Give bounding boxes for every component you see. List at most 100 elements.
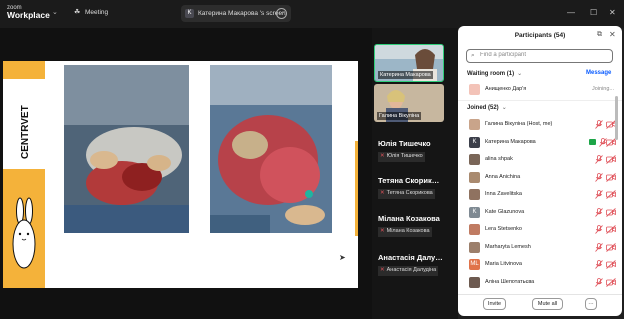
search-icon: ⌕ bbox=[471, 52, 475, 59]
minimize-icon[interactable]: — bbox=[567, 8, 575, 17]
participant-name: Marharyta Lemesh bbox=[485, 243, 531, 250]
chevron-down-icon: ⌄ bbox=[501, 105, 507, 111]
avatar bbox=[469, 241, 480, 253]
video-off-icon[interactable] bbox=[606, 190, 616, 199]
joined-header[interactable]: Joined (52) ⌄ bbox=[467, 104, 507, 111]
avatar bbox=[469, 154, 480, 165]
more-options-button[interactable]: ··· bbox=[585, 298, 597, 310]
rabbit-mascot-icon bbox=[12, 197, 36, 269]
participant-tile-name: Мілана Козакова bbox=[378, 214, 440, 223]
participant-name: Lera Stetsenko bbox=[485, 226, 522, 232]
participant-search-input[interactable] bbox=[480, 52, 610, 58]
participant-row[interactable]: ML Maria Litvinova bbox=[467, 258, 617, 272]
participant-row[interactable]: K Kate Glazunova bbox=[467, 206, 617, 220]
mic-muted-icon[interactable] bbox=[595, 172, 603, 182]
avatar: K bbox=[469, 136, 480, 148]
participant-tile-label: ✕ Тетяна Скорикова bbox=[378, 189, 435, 199]
participant-row[interactable]: Аліна Шепотатьєва bbox=[467, 276, 617, 290]
surgery-photo-left bbox=[64, 65, 189, 233]
invite-button[interactable]: Invite bbox=[483, 298, 506, 310]
participant-row[interactable]: Inna Zavelitska bbox=[467, 188, 617, 202]
video-off-icon[interactable] bbox=[606, 172, 616, 182]
participant-row[interactable]: Lera Stetsenko bbox=[467, 223, 617, 237]
video-tile-name: Галина Вікуліна bbox=[377, 112, 422, 120]
participant-tile-label: ✕ Мілана Козакова bbox=[378, 227, 432, 237]
waiting-participant-row[interactable]: Анищенко Дар'я Joining... bbox=[467, 83, 617, 97]
participant-row[interactable]: Marharyta Lemesh bbox=[467, 241, 617, 255]
mic-muted-icon[interactable] bbox=[595, 242, 603, 252]
close-window-icon[interactable]: ✕ bbox=[609, 8, 616, 17]
mic-muted-icon[interactable] bbox=[595, 190, 603, 199]
popout-icon[interactable]: ⧉ bbox=[597, 31, 602, 39]
video-off-icon[interactable] bbox=[606, 225, 616, 234]
chevron-down-icon: ⌄ bbox=[517, 71, 523, 77]
mic-muted-icon[interactable] bbox=[595, 120, 603, 129]
avatar bbox=[469, 84, 480, 95]
waiting-room-header[interactable]: Waiting room (1) ⌄ bbox=[467, 70, 522, 77]
meeting-label[interactable]: Meeting bbox=[85, 9, 108, 16]
mic-muted-icon[interactable] bbox=[595, 225, 603, 234]
mic-muted-icon: ✕ bbox=[380, 153, 385, 159]
shared-screen-area: CENTRVET ➤ bbox=[0, 28, 372, 319]
message-button[interactable]: Message bbox=[586, 70, 611, 76]
participant-name: Аліна Шепотатьєва bbox=[485, 278, 535, 285]
panel-scrollbar[interactable] bbox=[615, 96, 618, 140]
avatar: ML bbox=[469, 259, 480, 270]
participant-name: Kate Glazunova bbox=[485, 208, 525, 215]
share-tab-label: Катерина Макарова 's screen bbox=[198, 10, 286, 17]
participant-row[interactable]: Anna Anichina bbox=[467, 171, 617, 185]
mic-muted-icon: ✕ bbox=[380, 267, 385, 273]
avatar bbox=[469, 119, 480, 130]
video-tile[interactable]: Галина Вікуліна bbox=[374, 84, 444, 122]
mute-all-button[interactable]: Mute all bbox=[532, 298, 563, 310]
video-off-icon[interactable] bbox=[606, 277, 616, 287]
screen-share-icon bbox=[589, 138, 596, 145]
video-off-icon[interactable] bbox=[606, 260, 616, 269]
participant-tile-label: ✕ Юлія Тишечко bbox=[378, 152, 425, 162]
participant-row[interactable]: K Катерина Макарова bbox=[467, 136, 617, 150]
participant-row[interactable]: Галина Вікуліна (Host, me) bbox=[467, 118, 617, 132]
title-bar: zoom Workplace ⌄ ☘ Meeting K Катерина Ма… bbox=[0, 0, 624, 28]
mic-muted-icon[interactable] bbox=[595, 277, 603, 287]
pointer-cursor-icon: ➤ bbox=[339, 253, 346, 262]
mic-muted-icon[interactable] bbox=[595, 207, 603, 217]
video-tile[interactable]: Катерина Макарова bbox=[374, 44, 444, 82]
participant-tile-name: Анастасія Далу… bbox=[378, 253, 443, 262]
mic-muted-icon[interactable] bbox=[595, 260, 603, 269]
participant-search-box[interactable]: ⌕ bbox=[466, 49, 613, 63]
avatar bbox=[469, 224, 480, 235]
participant-tile-name: Юлія Тишечко bbox=[378, 139, 431, 148]
svg-text:CENTRVET: CENTRVET bbox=[20, 105, 31, 159]
participant-tile-name: Тетяна Скорик… bbox=[378, 176, 440, 185]
surgery-photo-right bbox=[210, 65, 332, 233]
participant-name: Inna Zavelitska bbox=[485, 191, 522, 197]
maximize-icon[interactable]: ☐ bbox=[590, 8, 597, 17]
participant-name: Maria Litvinova bbox=[485, 261, 522, 267]
app-logo-workplace: Workplace bbox=[7, 10, 50, 20]
slide-sidebar-band: CENTRVET bbox=[3, 61, 45, 288]
avatar: K bbox=[469, 206, 480, 218]
close-panel-icon[interactable]: ✕ bbox=[609, 30, 616, 39]
participant-row[interactable]: alina shpak bbox=[467, 153, 617, 167]
participant-name: alina shpak bbox=[485, 156, 513, 162]
mic-muted-icon: ✕ bbox=[380, 190, 385, 196]
mic-muted-icon: ✕ bbox=[380, 228, 385, 234]
video-off-icon[interactable] bbox=[606, 242, 616, 252]
avatar bbox=[469, 276, 480, 288]
mic-muted-icon[interactable] bbox=[595, 155, 603, 164]
share-options-icon[interactable]: … bbox=[276, 8, 287, 19]
avatar bbox=[469, 189, 480, 200]
participant-name: Галина Вікуліна (Host, me) bbox=[485, 121, 553, 127]
video-off-icon[interactable] bbox=[606, 155, 616, 164]
share-tab-avatar: K bbox=[185, 9, 194, 18]
app-menu-chevron-icon[interactable]: ⌄ bbox=[52, 8, 58, 16]
shared-screen-tab[interactable]: K Катерина Макарова 's screen … bbox=[181, 5, 291, 22]
participant-name: Катерина Макарова bbox=[485, 138, 536, 145]
shared-slide: CENTRVET ➤ bbox=[3, 61, 358, 288]
participant-status: Joining... bbox=[592, 86, 615, 92]
participants-panel: Participants (54) ⧉ ✕ ⌕ Waiting room (1)… bbox=[458, 26, 622, 316]
avatar bbox=[469, 171, 480, 183]
participant-tile-label: ✕ Анастасія Далудіна bbox=[378, 266, 439, 276]
video-off-icon[interactable] bbox=[606, 207, 616, 217]
meeting-icon[interactable]: ☘ bbox=[74, 8, 80, 16]
